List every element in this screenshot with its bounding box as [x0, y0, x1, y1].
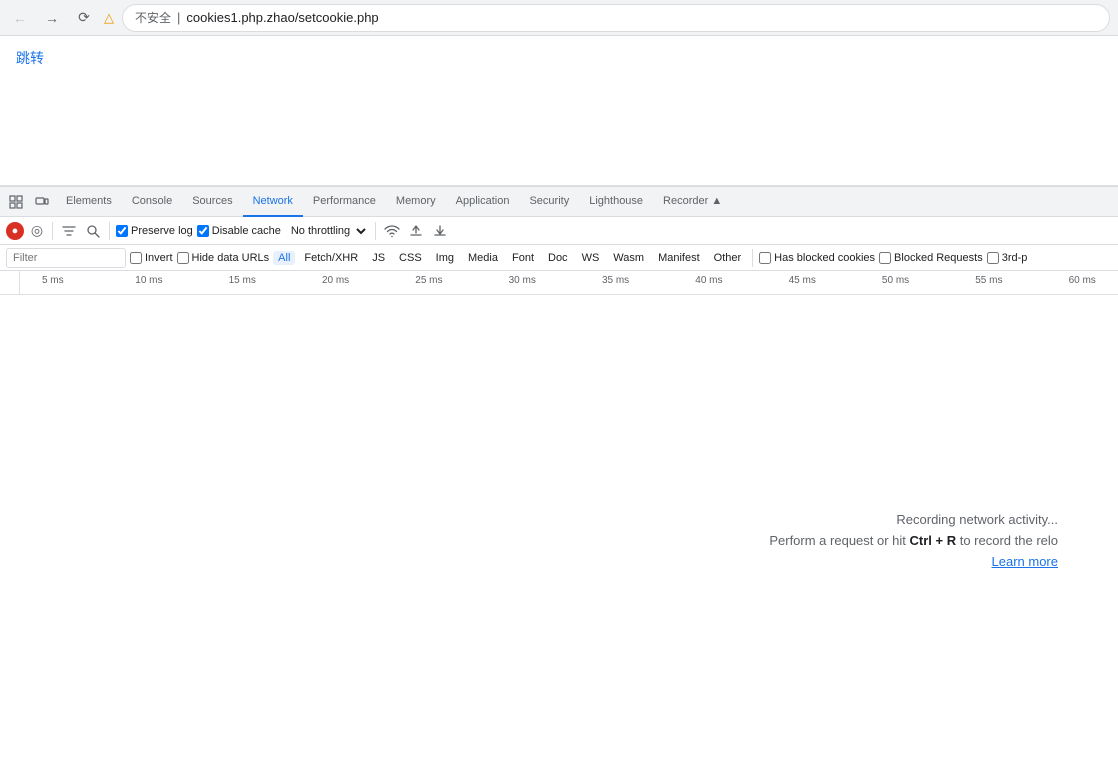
timeline-tick: 30 ms	[509, 271, 536, 294]
record-button[interactable]: ●	[6, 222, 24, 240]
filter-type-ws[interactable]: WS	[577, 251, 605, 265]
blocked-requests-label[interactable]: Blocked Requests	[879, 252, 983, 264]
timeline-tick: 25 ms	[415, 271, 442, 294]
tab-elements[interactable]: Elements	[56, 187, 122, 217]
third-party-checkbox[interactable]	[987, 252, 999, 264]
page-content: 跳转	[0, 36, 1118, 186]
filter-type-media[interactable]: Media	[463, 251, 503, 265]
search-button[interactable]	[83, 221, 103, 241]
filter-type-img[interactable]: Img	[431, 251, 459, 265]
toolbar-divider-3	[375, 222, 376, 240]
wifi-icon-btn[interactable]	[382, 221, 402, 241]
filter-type-font[interactable]: Font	[507, 251, 539, 265]
shortcut-text: Ctrl + R	[910, 533, 957, 548]
timeline-tick: 10 ms	[135, 271, 162, 294]
third-party-label[interactable]: 3rd-p	[987, 252, 1028, 264]
has-blocked-cookies-checkbox[interactable]	[759, 252, 771, 264]
timeline-tick: 15 ms	[229, 271, 256, 294]
filter-type-js[interactable]: JS	[367, 251, 390, 265]
export-har-button[interactable]	[430, 221, 450, 241]
import-har-button[interactable]	[406, 221, 426, 241]
throttle-dropdown[interactable]: No throttling	[285, 224, 369, 238]
filter-type-fetch-xhr[interactable]: Fetch/XHR	[299, 251, 363, 265]
filter-divider	[752, 249, 753, 267]
filter-type-manifest[interactable]: Manifest	[653, 251, 705, 265]
element-picker-icon[interactable]	[4, 190, 28, 214]
timeline-tick: 50 ms	[882, 271, 909, 294]
network-empty-area: Recording network activity... Perform a …	[0, 295, 1118, 635]
recording-line3[interactable]: Learn more	[769, 554, 1058, 569]
security-label: 不安全	[135, 9, 171, 26]
filter-type-doc[interactable]: Doc	[543, 251, 573, 265]
filter-type-css[interactable]: CSS	[394, 251, 427, 265]
invert-checkbox[interactable]	[130, 252, 142, 264]
recording-line2: Perform a request or hit Ctrl + R to rec…	[769, 533, 1058, 548]
filter-type-all[interactable]: All	[273, 251, 295, 265]
timeline-header: 5 ms 10 ms 15 ms 20 ms 25 ms 30 ms 35 ms 40 ms 4…	[0, 271, 1118, 295]
recording-line1: Recording network activity...	[769, 512, 1058, 527]
page-link[interactable]: 跳转	[16, 50, 44, 66]
devtools-tab-bar: Elements Console Sources Network Perform…	[0, 187, 1118, 217]
timeline-tick: 20 ms	[322, 271, 349, 294]
filter-type-wasm[interactable]: Wasm	[608, 251, 649, 265]
tab-performance[interactable]: Performance	[303, 187, 386, 217]
blocked-requests-checkbox[interactable]	[879, 252, 891, 264]
filter-row: Invert Hide data URLs All Fetch/XHR JS C…	[0, 245, 1118, 271]
disable-cache-checkbox[interactable]	[197, 225, 209, 237]
timeline-tick: 60 ms	[1069, 271, 1096, 294]
toolbar-divider-1	[52, 222, 53, 240]
devtools-panel: Elements Console Sources Network Perform…	[0, 186, 1118, 635]
tab-lighthouse[interactable]: Lighthouse	[579, 187, 653, 217]
timeline-ruler: 5 ms 10 ms 15 ms 20 ms 25 ms 30 ms 35 ms 40 ms 4…	[20, 271, 1118, 294]
address-separator: |	[177, 10, 180, 25]
hide-data-urls-checkbox[interactable]	[177, 252, 189, 264]
device-toggle-icon[interactable]	[30, 190, 54, 214]
forward-button[interactable]: →	[40, 6, 64, 30]
timeline-tick: 45 ms	[789, 271, 816, 294]
security-warning-icon: △	[104, 10, 114, 26]
timeline-left-spacer	[0, 271, 20, 294]
timeline-tick: 55 ms	[975, 271, 1002, 294]
preserve-log-checkbox[interactable]	[116, 225, 128, 237]
toolbar-divider-2	[109, 222, 110, 240]
clear-button[interactable]: ◎	[28, 222, 46, 240]
filter-button[interactable]	[59, 221, 79, 241]
network-toolbar: ● ◎ Preserve log Disable cache	[0, 217, 1118, 245]
disable-cache-label[interactable]: Disable cache	[197, 225, 281, 237]
tab-memory[interactable]: Memory	[386, 187, 446, 217]
tab-sources[interactable]: Sources	[182, 187, 242, 217]
tab-recorder[interactable]: Recorder ▲	[653, 187, 732, 217]
filter-input[interactable]	[6, 248, 126, 268]
invert-label[interactable]: Invert	[130, 252, 173, 264]
url-text: cookies1.php.zhao/setcookie.php	[186, 10, 378, 25]
browser-chrome: ← → ⟳ △ 不安全 | cookies1.php.zhao/setcooki…	[0, 0, 1118, 36]
has-blocked-cookies-label[interactable]: Has blocked cookies	[759, 252, 875, 264]
back-button[interactable]: ←	[8, 6, 32, 30]
preserve-log-label[interactable]: Preserve log	[116, 225, 193, 237]
throttle-select[interactable]: No throttling	[285, 224, 369, 238]
recording-message: Recording network activity... Perform a …	[769, 512, 1058, 575]
timeline-tick: 40 ms	[695, 271, 722, 294]
hide-data-urls-label[interactable]: Hide data URLs	[177, 252, 270, 264]
timeline-tick: 5 ms	[42, 271, 64, 294]
filter-type-other[interactable]: Other	[709, 251, 747, 265]
reload-button[interactable]: ⟳	[72, 6, 96, 30]
address-bar[interactable]: 不安全 | cookies1.php.zhao/setcookie.php	[122, 4, 1110, 32]
tab-console[interactable]: Console	[122, 187, 182, 217]
tab-security[interactable]: Security	[519, 187, 579, 217]
timeline-tick: 35 ms	[602, 271, 629, 294]
tab-network[interactable]: Network	[243, 187, 303, 217]
tab-application[interactable]: Application	[446, 187, 520, 217]
